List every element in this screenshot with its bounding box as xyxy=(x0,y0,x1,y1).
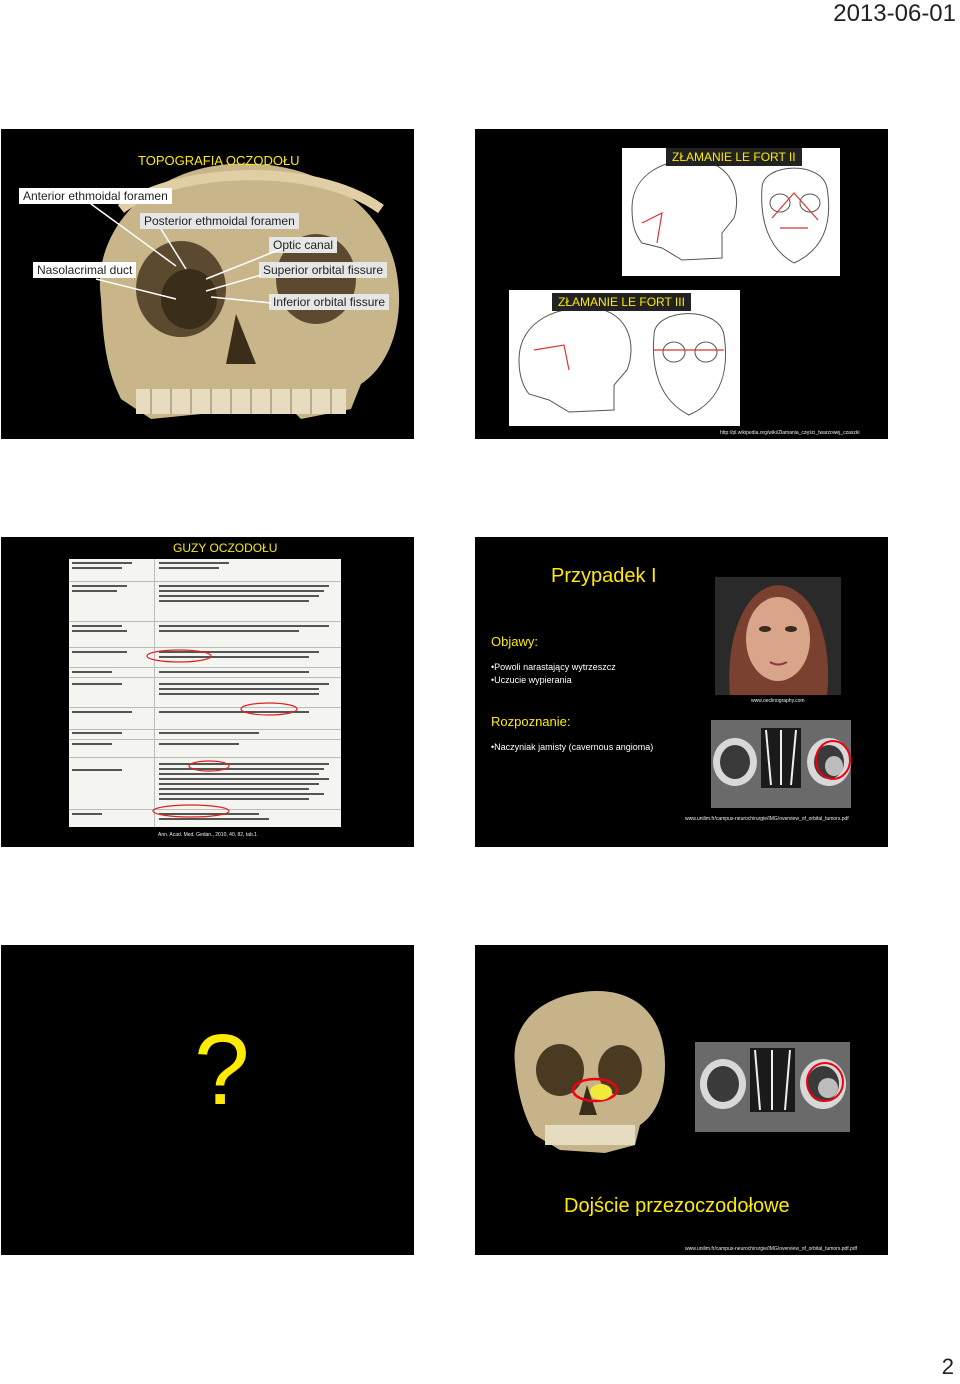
source-text: Ann. Acad. Med. Gedan., 2010, 40, 82, ta… xyxy=(158,832,257,838)
slide-title: Dojście przezoczodołowe xyxy=(564,1195,790,1217)
le-fort-iii-diagram: ZŁAMANIE LE FORT III xyxy=(509,290,740,426)
le-fort-ii-title: ZŁAMANIE LE FORT II xyxy=(666,148,802,166)
slide-title: Przypadek I xyxy=(551,565,657,587)
symptom-item-1: •Powoli narastający wytrzeszcz xyxy=(491,662,616,672)
symptom-item-2: •Uczucie wypierania xyxy=(491,675,572,685)
pointer-lines xyxy=(90,203,282,304)
tumor-classification-table xyxy=(69,559,341,827)
question-mark: ? xyxy=(194,1014,250,1126)
slide-transorbital-approach: Dojście przezoczodołowe www.unilim.fr/ca… xyxy=(475,945,888,1255)
ct-source: www.unilim.fr/campus-neurochirurgie/IMG/… xyxy=(685,816,849,822)
patient-photo xyxy=(715,577,841,695)
slide-orbit-topography: TOPOGRAFIA OCZODOŁU Anterior ethmoidal f… xyxy=(1,129,414,439)
ct-scan-image xyxy=(711,720,851,808)
skull-photo xyxy=(514,990,665,1153)
slide-case-one: Przypadek I Objawy: •Powoli narastający … xyxy=(475,537,888,847)
ct-scan-image xyxy=(695,1042,850,1132)
slide-orbital-tumors: GUZY OCZODOŁU Ann. Acad. Med. Gedan., 20… xyxy=(1,537,414,847)
diagnosis-heading: Rozpoznanie: xyxy=(491,714,571,729)
slide-title: GUZY OCZODOŁU xyxy=(173,541,278,555)
source-text: www.unilim.fr/campus-neurochirurgie/IMG/… xyxy=(685,1246,858,1252)
source-text: http://pl.wikipedia.org/wiki/Złamania_cz… xyxy=(720,430,860,436)
page-date: 2013-06-01 xyxy=(833,0,956,27)
slide-le-fort-fractures: ZŁAMANIE LE FORT II ZŁAMANIE LE FORT III… xyxy=(475,129,888,439)
diagnosis-item-1: •Naczyniak jamisty (cavernous angioma) xyxy=(491,742,654,752)
photo-source: www.oeclinography.com xyxy=(751,698,805,704)
slide-question: ? xyxy=(1,945,414,1255)
le-fort-iii-title: ZŁAMANIE LE FORT III xyxy=(552,293,691,311)
symptoms-heading: Objawy: xyxy=(491,634,538,649)
page-number: 2 xyxy=(941,1354,954,1379)
le-fort-ii-diagram: ZŁAMANIE LE FORT II xyxy=(622,148,840,276)
